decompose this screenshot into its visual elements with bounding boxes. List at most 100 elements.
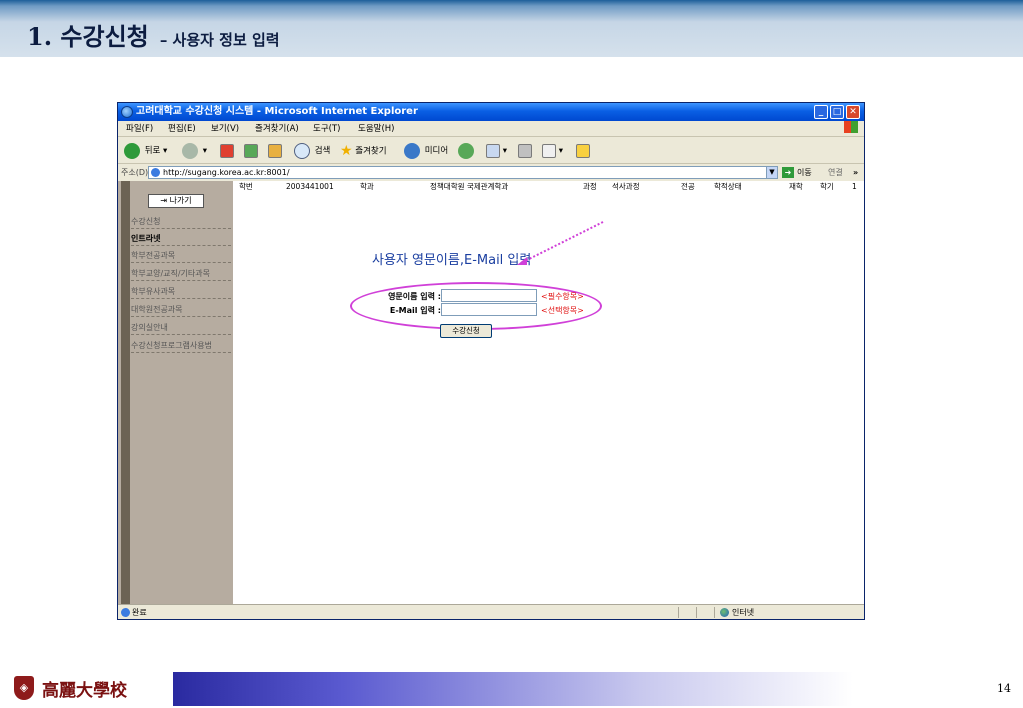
- sidebar-item-sugang[interactable]: 수강신청: [131, 215, 231, 229]
- sidebar-item-manual[interactable]: 수강신청프로그램사용법: [131, 339, 231, 353]
- address-input[interactable]: http://sugang.korea.ac.kr:8001/: [148, 166, 778, 179]
- menu-bar: 파일(F) 편집(E) 보기(V) 즐겨찾기(A) 도구(T) 도움말(H): [118, 121, 864, 137]
- zone-label: 인터넷: [732, 608, 755, 617]
- semester-value: 1: [852, 182, 857, 191]
- dept-label: 학과: [360, 182, 374, 191]
- history-icon: [458, 142, 474, 159]
- status-separator: [696, 607, 697, 618]
- address-label: 주소(D): [121, 168, 149, 177]
- browser-window: 고려대학교 수강신청 시스템 - Microsoft Internet Expl…: [117, 102, 865, 620]
- exit-button[interactable]: ⇥ 나가기: [148, 194, 204, 208]
- favorites-toolbar-button[interactable]: ★ 즐겨찾기: [340, 142, 387, 160]
- close-button[interactable]: ✕: [846, 105, 860, 119]
- refresh-button[interactable]: [244, 142, 258, 160]
- word-edit-button[interactable]: ▾: [542, 142, 563, 160]
- history-button[interactable]: [458, 142, 476, 160]
- internet-zone-icon: [720, 608, 729, 617]
- toolbar: 뒤로 ▾ ▾ 검색 ★ 즐겨찾기 미디어 ▾ ▾: [118, 138, 864, 164]
- back-arrow-icon: [124, 142, 140, 159]
- search-toolbar-button[interactable]: 검색: [294, 142, 330, 160]
- student-id-label: 학번: [239, 182, 253, 191]
- forward-arrow-icon: [182, 142, 198, 159]
- menu-help[interactable]: 도움말(H): [358, 121, 394, 137]
- forward-toolbar-button[interactable]: ▾: [182, 142, 207, 160]
- dept-value: 정책대학원 국제관계학과: [430, 182, 509, 191]
- page-content: ⇥ 나가기 수강신청 인트라넷 학부전공과목 학부교양/교직/기타과목 학부유사…: [118, 181, 864, 604]
- address-bar: 주소(D) http://sugang.korea.ac.kr:8001/ ▼ …: [118, 165, 864, 180]
- mail-button[interactable]: ▾: [486, 142, 507, 160]
- sidebar-item-classroom[interactable]: 강의실안내: [131, 321, 231, 335]
- course-label: 과정: [583, 182, 597, 191]
- exit-icon: ⇥: [160, 196, 168, 205]
- submit-button[interactable]: 수강신청: [440, 324, 492, 338]
- status-text: 완료: [132, 608, 147, 617]
- slide-title: 1. 수강신청 – 사용자 정보 입력: [27, 17, 280, 52]
- semester-label: 학기: [820, 182, 834, 191]
- go-arrow-icon[interactable]: ➜: [782, 167, 794, 178]
- annotation-arrow: [517, 221, 604, 265]
- status-label: 학적상태: [714, 182, 742, 191]
- home-button[interactable]: [268, 142, 282, 160]
- go-button[interactable]: 이동: [797, 165, 812, 180]
- print-icon: [518, 143, 532, 158]
- email-input[interactable]: [441, 303, 537, 316]
- media-toolbar-label: 미디어: [424, 146, 449, 156]
- links-chevron-icon[interactable]: »: [853, 165, 858, 180]
- form-heading: 사용자 영문이름,E-Mail 입력: [372, 253, 532, 268]
- star-icon: ★: [340, 143, 353, 159]
- sidebar-item-intranet[interactable]: 인트라넷: [131, 232, 231, 246]
- email-optional-note: <선택항목>: [541, 306, 584, 315]
- english-name-input[interactable]: [441, 289, 537, 302]
- stop-button[interactable]: [220, 142, 234, 160]
- address-dropdown-icon[interactable]: ▼: [766, 166, 778, 179]
- stop-icon: [220, 143, 234, 158]
- university-crest-icon: ◈: [14, 676, 34, 700]
- home-icon: [268, 143, 282, 158]
- status-bar: 완료 인터넷: [118, 604, 864, 619]
- sidebar-item-grad-courses[interactable]: 대학원전공과목: [131, 303, 231, 317]
- window-titlebar[interactable]: 고려대학교 수강신청 시스템 - Microsoft Internet Expl…: [118, 103, 864, 121]
- menu-tools[interactable]: 도구(T): [313, 121, 340, 137]
- sidebar: ⇥ 나가기 수강신청 인트라넷 학부전공과목 학부교양/교직/기타과목 학부유사…: [118, 181, 233, 604]
- folder-icon: [576, 143, 590, 158]
- links-label[interactable]: 연결: [828, 165, 843, 180]
- status-separator: [678, 607, 679, 618]
- english-name-label: 영문이름 입력 :: [388, 292, 441, 301]
- sidebar-strip: [121, 181, 130, 604]
- course-value: 석사과정: [612, 182, 640, 191]
- student-id-value: 2003441001: [286, 182, 334, 191]
- window-title: 고려대학교 수강신청 시스템 - Microsoft Internet Expl…: [136, 106, 418, 117]
- back-toolbar-button[interactable]: 뒤로 ▾: [124, 142, 167, 160]
- exit-button-label: 나가기: [169, 196, 192, 205]
- back-toolbar-label: 뒤로: [144, 146, 161, 156]
- maximize-button[interactable]: □: [830, 105, 844, 119]
- student-info-bar: 학번 2003441001 학과 정책대학원 국제관계학과 과정 석사과정 전공…: [233, 181, 864, 193]
- page-number: 14: [997, 682, 1011, 695]
- search-icon: [294, 142, 310, 159]
- university-name: 高麗大學校: [42, 681, 127, 701]
- menu-favorites[interactable]: 즐겨찾기(A): [255, 121, 299, 137]
- mail-icon: [486, 143, 500, 158]
- minimize-button[interactable]: _: [814, 105, 828, 119]
- page-icon: [151, 168, 160, 177]
- folder-button[interactable]: [576, 142, 590, 160]
- menu-view[interactable]: 보기(V): [211, 121, 239, 137]
- major-label: 전공: [681, 182, 695, 191]
- footer-gradient-bar: [173, 672, 1023, 706]
- media-toolbar-button[interactable]: 미디어: [404, 142, 448, 160]
- print-button[interactable]: [518, 142, 532, 160]
- sidebar-item-similar-courses[interactable]: 학부유사과목: [131, 285, 231, 299]
- sidebar-item-liberal-courses[interactable]: 학부교양/교직/기타과목: [131, 267, 231, 281]
- slide-title-main: 1. 수강신청: [27, 22, 149, 51]
- ie-icon: [121, 106, 133, 118]
- menu-edit[interactable]: 편집(E): [168, 121, 196, 137]
- word-icon: [542, 143, 556, 158]
- address-url: http://sugang.korea.ac.kr:8001/: [163, 168, 290, 177]
- sidebar-item-major-courses[interactable]: 학부전공과목: [131, 249, 231, 263]
- windows-logo-icon: [844, 121, 858, 133]
- search-toolbar-label: 검색: [314, 146, 331, 156]
- slide-title-sub: – 사용자 정보 입력: [159, 31, 280, 49]
- media-icon: [404, 142, 420, 159]
- menu-file[interactable]: 파일(F): [126, 121, 153, 137]
- favorites-toolbar-label: 즐겨찾기: [355, 146, 387, 157]
